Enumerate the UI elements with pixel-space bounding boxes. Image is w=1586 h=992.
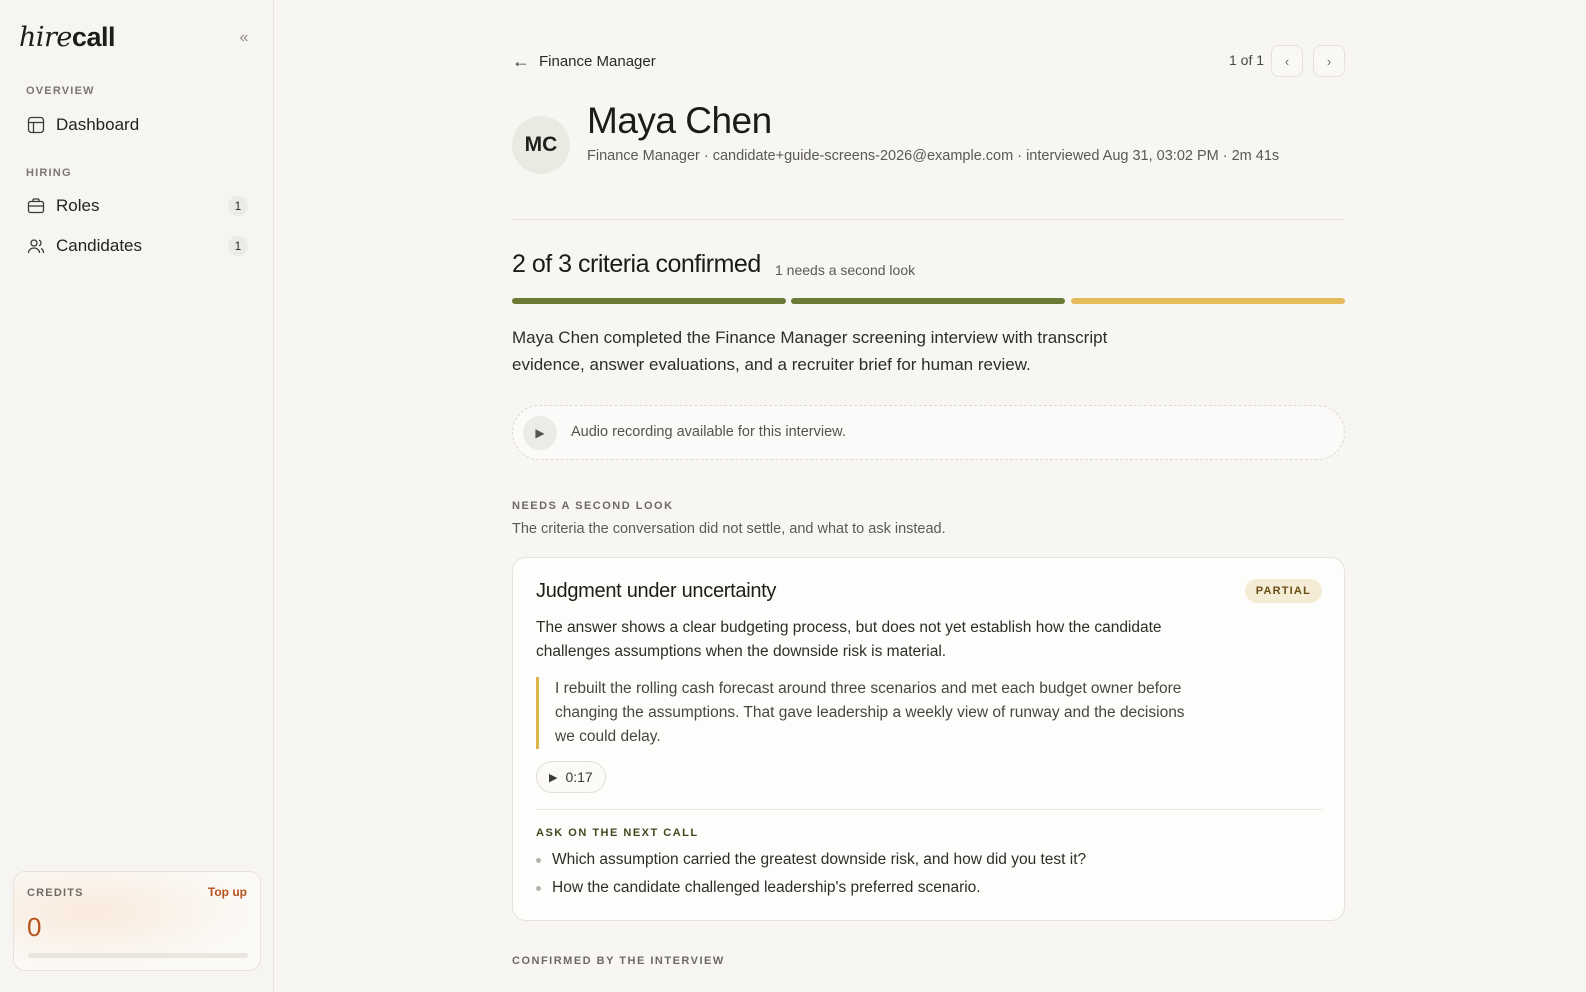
play-audio-button[interactable]: ▶ — [523, 416, 557, 450]
layout-icon — [26, 115, 46, 135]
criteria-subtitle: 1 needs a second look — [775, 262, 916, 278]
sidebar-item-roles[interactable]: Roles 1 — [26, 191, 248, 221]
candidates-count-badge: 1 — [228, 236, 248, 256]
sidebar-item-label: Candidates — [56, 236, 143, 255]
bullet-dot — [536, 885, 541, 891]
interview-summary: Maya Chen completed the Finance Manager … — [512, 328, 1108, 374]
users-icon — [26, 236, 46, 256]
clip-time: 0:17 — [565, 769, 593, 785]
chevron-left-icon: ‹ — [1284, 53, 1290, 69]
roles-count-badge: 1 — [228, 196, 248, 216]
pager-text: 1 of 1 — [1229, 52, 1265, 68]
transcript-quote: I rebuilt the rolling cash forecast arou… — [536, 677, 1196, 749]
follow-up-question: How the candidate challenged leadership'… — [536, 879, 981, 897]
credits-value: 0 — [27, 912, 42, 942]
avatar: MC — [512, 116, 570, 174]
bullet-dot — [536, 857, 541, 863]
criterion-title: Judgment under uncertainty — [536, 580, 777, 602]
ask-next-call-label: ASK ON THE NEXT CALL — [536, 827, 699, 839]
sidebar-item-dashboard[interactable]: Dashboard — [26, 110, 248, 140]
follow-up-question-text: How the candidate challenged leadership'… — [552, 879, 981, 896]
follow-up-question: Which assumption carried the greatest do… — [536, 851, 1086, 869]
second-look-description: The criteria the conversation did not se… — [512, 521, 946, 537]
arrow-left-icon: ← — [512, 51, 530, 71]
credits-label: CREDITS — [27, 887, 84, 899]
next-candidate-button[interactable]: › — [1313, 45, 1345, 77]
nav-section-overview: OVERVIEW — [26, 85, 95, 97]
header-divider — [512, 219, 1345, 220]
criteria-segment-1 — [512, 298, 786, 304]
criterion-evaluation: The answer shows a clear budgeting proce… — [536, 619, 1162, 660]
top-up-link[interactable]: Top up — [208, 885, 247, 899]
audio-status-text: Audio recording available for this inter… — [571, 424, 846, 440]
play-clip-button[interactable]: ▶ 0:17 — [536, 761, 606, 793]
card-divider — [536, 809, 1323, 810]
candidate-name: Maya Chen — [587, 100, 772, 141]
play-icon: ▶ — [535, 426, 545, 440]
status-badge: PARTIAL — [1244, 579, 1322, 603]
sidebar-item-candidates[interactable]: Candidates 1 — [26, 231, 248, 261]
second-look-label: NEEDS A SECOND LOOK — [512, 500, 674, 512]
back-link-label: Finance Manager — [539, 53, 656, 70]
follow-up-question-text: Which assumption carried the greatest do… — [552, 851, 1087, 868]
candidate-meta: Finance Manager · candidate+guide-screen… — [587, 148, 1280, 164]
briefcase-icon — [26, 196, 46, 216]
play-icon: ▶ — [549, 771, 558, 784]
back-to-role-link[interactable]: ← Finance Manager — [512, 51, 656, 72]
sidebar-item-label: Dashboard — [56, 115, 140, 134]
sidebar: hirecall « OVERVIEW Dashboard HIRING Rol… — [0, 0, 274, 992]
previous-candidate-button[interactable]: ‹ — [1271, 45, 1303, 77]
chevron-right-icon: › — [1326, 53, 1332, 69]
credits-progress-bar — [28, 953, 248, 958]
app-logo[interactable]: hirecall — [19, 22, 115, 53]
criterion-card: Judgment under uncertainty PARTIAL The a… — [512, 557, 1345, 921]
sidebar-item-label: Roles — [56, 196, 100, 215]
collapse-sidebar-icon[interactable]: « — [234, 28, 254, 48]
credits-card: CREDITS Top up 0 — [13, 871, 261, 971]
criteria-segment-3 — [1071, 298, 1345, 304]
criteria-title: 2 of 3 criteria confirmed — [512, 250, 761, 278]
confirmed-label: CONFIRMED BY THE INTERVIEW — [512, 955, 725, 967]
criteria-segment-2 — [791, 298, 1065, 304]
nav-section-hiring: HIRING — [26, 167, 72, 179]
audio-player: ▶ Audio recording available for this int… — [512, 405, 1345, 460]
